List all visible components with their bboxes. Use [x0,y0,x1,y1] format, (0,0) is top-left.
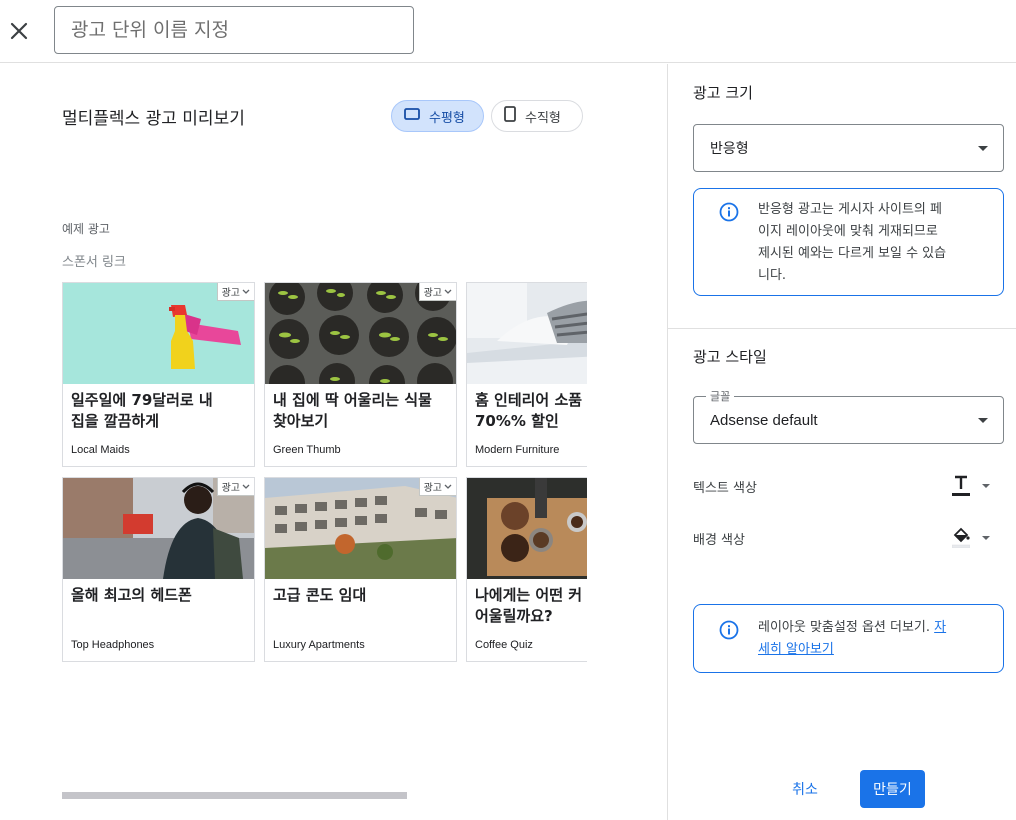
horizontal-orientation-button[interactable]: 수평형 [391,100,484,132]
ad-badge[interactable]: 광고 [216,283,254,301]
learn-more-link-part2: 세히 알아보기 [758,642,834,657]
ad-badge-label: 광고 [221,288,240,299]
settings-panel: 광고 크기 반응형 반응형 광고는 게시자 사이트의 페 이지 레이아웃에 맞춰… [667,64,1016,820]
sponsored-links-label: 스폰서 링크 [62,255,126,270]
ad-advertiser: Coffee Quiz [475,639,533,651]
bedroom-image [467,283,587,384]
ad-headline: 올해 최고의 헤드폰 [71,586,192,604]
ad-size-title: 광고 크기 [693,84,753,102]
font-select[interactable]: 글꼴 Adsense default [693,388,1004,444]
section-divider [668,328,1016,329]
ad-card[interactable]: 광고 고급 콘도 임대 Luxury Apartments [264,477,457,662]
vertical-orientation-button[interactable]: 수직형 [491,100,583,132]
close-icon[interactable] [8,20,30,42]
ad-badge-label: 광고 [423,288,442,299]
preview-area: 멀티플렉스 광고 미리보기 수평형 수직형 예제 광고 스폰서 링크 광고 일주… [0,64,667,820]
top-bar [0,0,1016,63]
ad-badge[interactable]: 광고 [418,478,456,496]
ad-advertiser: Local Maids [71,444,130,456]
chevron-down-icon [444,484,452,489]
text-color-label: 텍스트 색상 [693,481,757,496]
ad-card-grid: 광고 일주일에 79달러로 내 집을 깔끔하게 Local Maids 광고 내… [62,282,587,662]
layout-info-box: 레이아웃 맞춤설정 옵션 더보기. 자세히 알아보기 [693,604,1004,673]
ad-advertiser: Top Headphones [71,639,155,651]
responsive-info-box: 반응형 광고는 게시자 사이트의 페 이지 레이아웃에 맞춰 게재되므로 제시된… [693,188,1004,296]
dropdown-arrow-icon [978,418,988,423]
horizontal-scrollbar[interactable] [62,792,407,799]
ad-headline: 고급 콘도 임대 [273,586,367,604]
ad-advertiser: Modern Furniture [475,444,560,456]
ad-badge[interactable]: 광고 [418,283,456,301]
chevron-down-icon [242,484,250,489]
font-label: 글꼴 [706,388,735,404]
ad-advertiser: Green Thumb [273,444,341,456]
chevron-down-icon [242,289,250,294]
ad-style-title: 광고 스타일 [693,348,767,366]
ad-advertiser: Luxury Apartments [273,639,365,651]
horizontal-layout-icon [404,108,420,124]
sample-ad-label: 예제 광고 [62,222,110,236]
layout-info-text: 레이아웃 맞춤설정 옵션 더보기. 자세히 알아보기 [758,617,983,661]
info-icon [719,202,739,226]
ad-card[interactable]: 광고 올해 최고의 헤드폰 Top Headphones [62,477,255,662]
cancel-button[interactable]: 취소 [782,776,828,802]
ad-headline: 내 집에 딱 어울리는 식물 찾아보기 [273,391,432,430]
chevron-down-icon[interactable] [982,536,990,540]
ad-card[interactable]: 광고 내 집에 딱 어울리는 식물 찾아보기 Green Thumb [264,282,457,467]
create-button[interactable]: 만들기 [860,770,925,808]
ad-card[interactable]: 나에게는 어떤 커 어울릴까요? Coffee Quiz [466,477,587,662]
coffee-beans-image [467,478,587,579]
preview-title: 멀티플렉스 광고 미리보기 [62,109,245,129]
ad-badge[interactable]: 광고 [216,478,254,496]
ad-badge-label: 광고 [221,483,240,494]
ad-card[interactable]: 홈 인테리어 소품 70%% 할인 Modern Furniture [466,282,587,467]
learn-more-link-part1: 자 [934,620,947,635]
ad-size-value: 반응형 [710,141,749,157]
responsive-info-text: 반응형 광고는 게시자 사이트의 페 이지 레이아웃에 맞춰 게재되므로 제시된… [758,202,947,283]
ad-unit-name-input[interactable] [54,6,414,54]
ad-headline: 일주일에 79달러로 내 집을 깔끔하게 [71,391,213,430]
vertical-layout-icon [504,106,516,126]
dropdown-arrow-icon [978,146,988,151]
horizontal-orientation-label: 수평형 [429,110,465,126]
fill-color-icon[interactable] [951,526,971,552]
ad-badge-label: 광고 [423,483,442,494]
ad-card[interactable]: 광고 일주일에 79달러로 내 집을 깔끔하게 Local Maids [62,282,255,467]
chevron-down-icon [444,289,452,294]
background-color-row[interactable]: 배경 색상 [693,526,1004,550]
ad-headline: 홈 인테리어 소품 70%% 할인 [475,391,583,430]
text-color-icon[interactable] [952,474,970,500]
info-icon [719,620,739,644]
ad-size-select[interactable]: 반응형 [693,124,1004,172]
ad-headline: 나에게는 어떤 커 어울릴까요? [475,586,583,625]
chevron-down-icon[interactable] [982,484,990,488]
layout-info-label: 레이아웃 맞춤설정 옵션 더보기. [758,620,935,635]
font-value: Adsense default [710,411,818,429]
vertical-orientation-label: 수직형 [525,110,561,126]
background-color-label: 배경 색상 [693,533,745,548]
text-color-row[interactable]: 텍스트 색상 [693,474,1004,498]
